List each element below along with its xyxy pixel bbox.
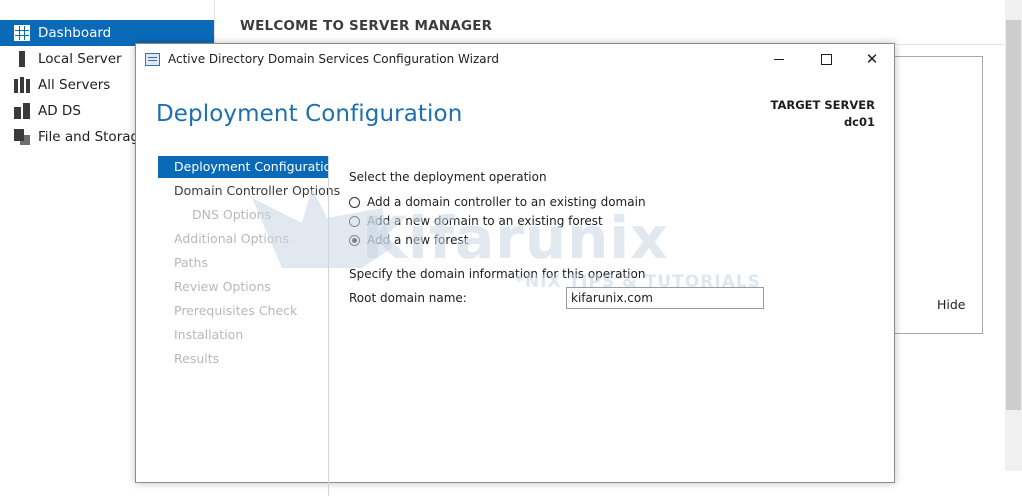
step-domain-controller-options[interactable]: Domain Controller Options: [158, 180, 340, 202]
domain-info-label: Specify the domain information for this …: [349, 267, 646, 281]
server-icon: [19, 51, 25, 67]
close-button[interactable]: ✕: [849, 44, 895, 74]
root-domain-row: Root domain name:: [349, 287, 764, 309]
step-results: Results: [174, 351, 220, 366]
option-label: Add a domain controller to an existing d…: [367, 195, 646, 209]
ad-ds-icon: [14, 103, 30, 119]
nav-item-label: Local Server: [38, 51, 122, 67]
step-installation: Installation: [174, 327, 244, 342]
scrollbar-thumb[interactable]: [1006, 20, 1021, 410]
wizard-title: Active Directory Domain Services Configu…: [168, 52, 499, 66]
option-label: Add a new forest: [367, 233, 469, 247]
dashboard-icon: [14, 25, 30, 41]
file-storage-icon: [14, 129, 30, 145]
nav-item-label: AD DS: [38, 103, 81, 119]
root-domain-label: Root domain name:: [349, 291, 467, 305]
target-server-label: TARGET SERVER: [770, 98, 875, 112]
maximize-icon: [820, 53, 832, 65]
wizard-titlebar[interactable]: Active Directory Domain Services Configu…: [136, 44, 894, 74]
minimize-icon: [774, 58, 784, 60]
step-additional-options: Additional Options: [174, 231, 289, 246]
target-server-value: dc01: [843, 115, 875, 129]
hide-link[interactable]: Hide: [937, 297, 966, 312]
step-dns-options: DNS Options: [192, 207, 272, 222]
step-prerequisites-check: Prerequisites Check: [174, 303, 298, 318]
steps-divider: [328, 156, 329, 496]
page-title: Deployment Configuration: [156, 101, 463, 127]
nav-item-label: All Servers: [38, 77, 111, 93]
radio-button-selected[interactable]: [349, 234, 360, 246]
minimize-button[interactable]: [756, 44, 802, 74]
step-paths: Paths: [174, 255, 208, 270]
option-add-new-forest[interactable]: Add a new forest: [349, 233, 468, 247]
maximize-button[interactable]: [803, 44, 849, 74]
close-icon: ✕: [865, 49, 879, 68]
root-domain-input[interactable]: [566, 287, 764, 309]
welcome-panel: [880, 56, 983, 334]
nav-item-label: Dashboard: [38, 25, 112, 41]
option-add-dc-existing-domain[interactable]: Add a domain controller to an existing d…: [349, 195, 646, 209]
radio-button[interactable]: [349, 196, 360, 208]
welcome-heading: WELCOME TO SERVER MANAGER: [240, 18, 493, 34]
step-deployment-configuration[interactable]: Deployment Configuration: [158, 156, 339, 178]
nav-item-label: File and Storage: [38, 129, 148, 145]
step-review-options: Review Options: [174, 279, 271, 294]
option-add-domain-existing-forest[interactable]: Add a new domain to an existing forest: [349, 214, 603, 228]
option-label: Add a new domain to an existing forest: [367, 214, 603, 228]
deployment-operation-label: Select the deployment operation: [349, 170, 547, 184]
servers-icon: [14, 77, 30, 93]
radio-button[interactable]: [349, 215, 360, 227]
ad-ds-configuration-wizard: Active Directory Domain Services Configu…: [135, 43, 895, 496]
wizard-app-icon: [145, 52, 160, 66]
